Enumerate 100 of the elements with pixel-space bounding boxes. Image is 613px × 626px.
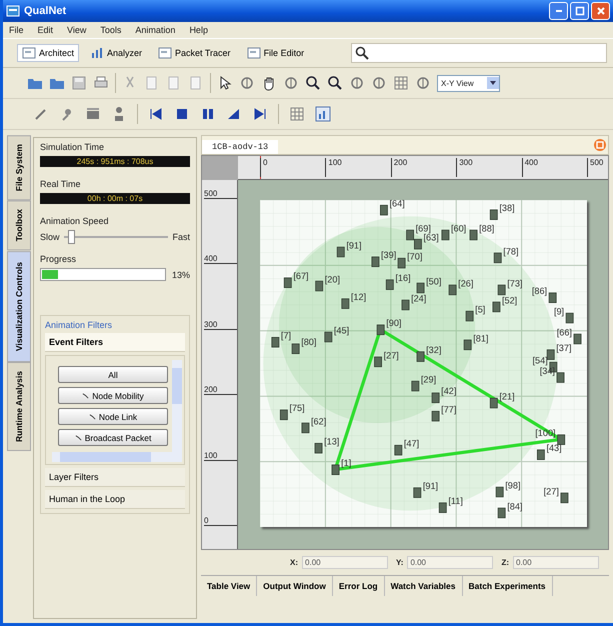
- search-field[interactable]: [351, 43, 607, 63]
- mode-tab[interactable]: Analyzer: [85, 44, 148, 62]
- section-header[interactable]: Layer Filters: [45, 468, 185, 487]
- node-icon[interactable]: [414, 238, 422, 250]
- field-label: Animation Speed: [40, 216, 110, 226]
- node-icon[interactable]: [498, 508, 506, 518]
- node-icon[interactable]: [324, 332, 332, 342]
- menu-item[interactable]: View: [67, 25, 86, 35]
- node-icon[interactable]: [557, 434, 566, 445]
- node-icon[interactable]: [284, 278, 292, 288]
- node-icon[interactable]: [432, 410, 440, 422]
- node-icon[interactable]: [314, 442, 322, 454]
- maximize-button[interactable]: [570, 2, 589, 20]
- grid-icon[interactable]: [289, 106, 305, 122]
- node-icon[interactable]: [536, 450, 545, 460]
- node-icon[interactable]: [406, 230, 414, 240]
- speed-slider[interactable]: [64, 230, 168, 244]
- film-icon[interactable]: [85, 106, 101, 122]
- side-tab[interactable]: Toolbox: [7, 200, 31, 251]
- pause-icon[interactable]: [200, 106, 216, 122]
- node-icon[interactable]: [470, 230, 478, 240]
- grid-icon[interactable]: [393, 75, 409, 91]
- node-icon[interactable]: [416, 282, 424, 294]
- coordinate-field[interactable]: 0.00: [513, 556, 599, 569]
- clock-display: 00h : 00m : 07s: [40, 193, 190, 204]
- coordinate-field[interactable]: 0.00: [302, 556, 388, 569]
- filter-button[interactable]: Broadcast Packet: [58, 429, 168, 446]
- skip-forward-icon[interactable]: [252, 106, 268, 122]
- filter-button[interactable]: Node Link: [58, 408, 168, 425]
- node-icon[interactable]: [548, 292, 557, 303]
- slider-thumb[interactable]: [68, 230, 75, 244]
- node-icon[interactable]: [302, 422, 310, 434]
- menu-item[interactable]: Animation: [135, 25, 176, 35]
- ruler-label: 300: [456, 158, 473, 177]
- filter-button[interactable]: Node Mobility: [58, 387, 168, 404]
- node-icon[interactable]: [280, 410, 288, 420]
- node-icon[interactable]: [394, 444, 402, 456]
- node-icon[interactable]: [411, 380, 420, 392]
- stop-icon[interactable]: [174, 106, 190, 122]
- node-icon[interactable]: [386, 279, 394, 290]
- node-icon[interactable]: [372, 256, 380, 268]
- node-icon[interactable]: [556, 372, 564, 383]
- ruler-label: 400: [204, 254, 237, 264]
- view-select[interactable]: X-Y View: [437, 74, 500, 92]
- section-header[interactable]: Event Filters: [45, 333, 185, 352]
- node-icon[interactable]: [566, 312, 574, 324]
- node-icon[interactable]: [374, 356, 382, 368]
- node-icon[interactable]: [336, 246, 345, 258]
- scrollbar[interactable]: [52, 452, 182, 462]
- node-icon[interactable]: [398, 258, 406, 268]
- chart-icon[interactable]: [315, 106, 331, 122]
- node-label: [1]: [341, 458, 352, 468]
- node-icon[interactable]: [490, 398, 498, 408]
- node-icon[interactable]: [413, 487, 422, 498]
- node-icon[interactable]: [574, 334, 582, 344]
- node-icon[interactable]: [448, 284, 457, 296]
- node-icon[interactable]: [498, 284, 506, 296]
- scrollbar[interactable]: [172, 360, 182, 452]
- side-tab[interactable]: Visualization Controls: [7, 250, 31, 362]
- filter-button[interactable]: All: [58, 366, 168, 383]
- node-icon[interactable]: [416, 351, 424, 362]
- coordinate-field[interactable]: 0.00: [407, 556, 494, 569]
- node-icon[interactable]: [271, 337, 280, 348]
- node-icon[interactable]: [492, 302, 500, 312]
- zoom-area-icon[interactable]: [327, 75, 343, 91]
- node-icon[interactable]: [494, 252, 502, 264]
- node-icon[interactable]: [380, 204, 388, 216]
- minimize-button[interactable]: [549, 2, 568, 20]
- side-tab[interactable]: File System: [7, 135, 31, 200]
- menu-item[interactable]: File: [9, 25, 24, 35]
- mode-tab[interactable]: Architect: [17, 44, 80, 62]
- node-icon[interactable]: [560, 492, 568, 504]
- menu-item[interactable]: Tools: [100, 25, 122, 35]
- node-icon[interactable]: [496, 486, 504, 498]
- node-icon[interactable]: [292, 344, 300, 354]
- close-icon[interactable]: [594, 139, 606, 151]
- node-icon[interactable]: [466, 310, 474, 322]
- node-icon[interactable]: [332, 464, 340, 475]
- menu-item[interactable]: Edit: [38, 25, 54, 35]
- document-tab[interactable]: 1CB-aodv-13: [202, 140, 278, 154]
- node-icon[interactable]: [315, 280, 324, 292]
- node-icon[interactable]: [341, 298, 350, 309]
- side-tab[interactable]: Runtime Analysis: [7, 362, 31, 451]
- bar-chart-icon: [90, 47, 104, 59]
- close-button[interactable]: [591, 2, 610, 20]
- mode-tab[interactable]: File Editor: [242, 44, 310, 62]
- node-icon[interactable]: [464, 340, 472, 350]
- ramp-icon[interactable]: [226, 106, 242, 122]
- node-icon[interactable]: [432, 392, 440, 404]
- node-icon[interactable]: [438, 502, 447, 513]
- menu-item[interactable]: Help: [189, 25, 208, 35]
- node-icon[interactable]: [490, 209, 498, 220]
- node-icon[interactable]: [441, 230, 450, 240]
- node-icon[interactable]: [402, 300, 410, 310]
- zoom-icon[interactable]: [305, 75, 321, 91]
- skip-back-icon[interactable]: [148, 106, 164, 122]
- mode-tab[interactable]: Packet Tracer: [153, 44, 236, 62]
- node-icon[interactable]: [546, 349, 555, 360]
- node-icon[interactable]: [376, 324, 385, 336]
- section-header[interactable]: Human in the Loop: [45, 490, 185, 509]
